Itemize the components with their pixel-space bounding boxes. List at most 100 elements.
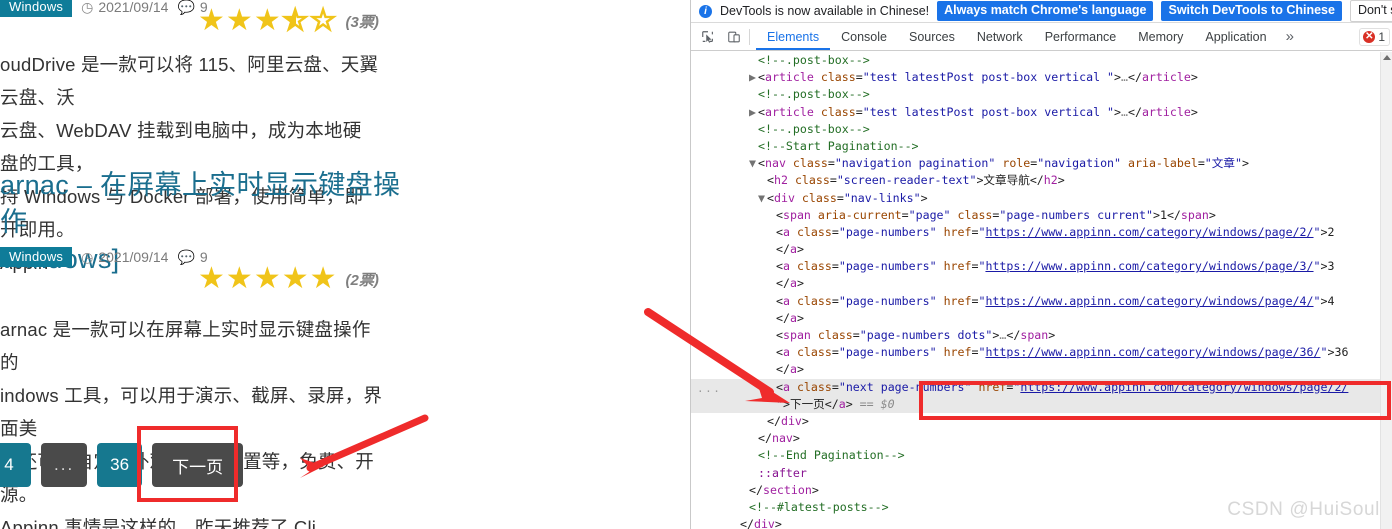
dom-tree-row[interactable]: </div> xyxy=(691,516,1392,529)
expand-triangle-icon[interactable]: ▶ xyxy=(749,104,758,121)
dom-token-p: = xyxy=(1198,156,1205,170)
dont-show-again-button[interactable]: Don't show again xyxy=(1350,0,1392,21)
dom-tree-row[interactable]: <span aria-current="page" class="page-nu… xyxy=(691,207,1392,224)
post-date-1: ◷ 2021/09/14 xyxy=(81,0,168,15)
dom-token-p: = xyxy=(832,259,839,273)
error-count-badge[interactable]: ✕ 1 xyxy=(1359,28,1390,46)
dom-token-sp xyxy=(811,328,818,342)
star-rating-icon-1[interactable]: ★★★☆☆ xyxy=(198,6,338,36)
post-meta-row-1: Windows ◷ 2021/09/14 💬 9 xyxy=(0,0,208,18)
dom-tree-row[interactable]: <a class="page-numbers" href="https://ww… xyxy=(691,293,1392,310)
dom-token-tag: article xyxy=(765,70,814,84)
switch-devtools-to-chinese-button[interactable]: Switch DevTools to Chinese xyxy=(1161,1,1341,20)
dom-token-p: </ xyxy=(1030,173,1044,187)
dom-token-lnk[interactable]: https://www.appinn.com/category/windows/… xyxy=(985,294,1313,308)
dom-token-lnk[interactable]: https://www.appinn.com/category/windows/… xyxy=(1020,380,1348,394)
dom-token-sp xyxy=(795,191,802,205)
dom-tree-row[interactable]: </div> xyxy=(691,413,1392,430)
collapse-triangle-icon[interactable]: ▼ xyxy=(758,190,767,207)
dom-token-tag: a xyxy=(783,345,790,359)
dom-tree-row-text: </a> xyxy=(691,310,1392,327)
dom-tree-row[interactable]: <a class="page-numbers" href="https://ww… xyxy=(691,344,1392,361)
dom-tree-row-selected[interactable]: ...<a class="next page-numbers" href="ht… xyxy=(691,379,1392,396)
dom-tree-row[interactable]: ::after xyxy=(691,465,1392,482)
dom-tree-row[interactable]: ▼<div class="nav-links"> xyxy=(691,190,1392,207)
dom-tree-row[interactable]: <a class="page-numbers" href="https://ww… xyxy=(691,224,1392,241)
dom-tree-row[interactable]: </nav> xyxy=(691,430,1392,447)
dom-tree-row-text: <!--End Pagination--> xyxy=(691,447,1392,464)
category-tag-2[interactable]: Windows xyxy=(0,247,72,267)
dom-token-p: < xyxy=(758,105,765,119)
tab-memory[interactable]: Memory xyxy=(1127,23,1194,50)
devtools-panel: i DevTools is now available in Chinese! … xyxy=(690,0,1392,529)
dom-token-p: = xyxy=(832,225,839,239)
dom-token-p: < xyxy=(776,208,783,222)
dom-tree-row[interactable]: ▶<article class="test latestPost post-bo… xyxy=(691,69,1392,86)
expand-triangle-icon[interactable]: ▶ xyxy=(749,69,758,86)
scroll-up-arrow-icon[interactable] xyxy=(1383,55,1391,60)
dom-token-tag: a xyxy=(783,380,790,394)
pagination-page-36[interactable]: 36 xyxy=(97,443,142,487)
dom-tree-row[interactable]: </a> xyxy=(691,241,1392,258)
tab-sources[interactable]: Sources xyxy=(898,23,966,50)
device-toolbar-icon[interactable] xyxy=(721,24,747,50)
dom-token-str: "page-numbers dots" xyxy=(860,328,993,342)
dom-tree-row[interactable]: </a> xyxy=(691,310,1392,327)
dom-token-p: > xyxy=(797,242,804,256)
dom-tree-row[interactable]: <!--Start Pagination--> xyxy=(691,138,1392,155)
dom-token-tag: nav xyxy=(772,431,793,445)
dom-tree-row[interactable]: <!--#latest-posts--> xyxy=(691,499,1392,516)
dom-token-lnk[interactable]: https://www.appinn.com/category/windows/… xyxy=(985,225,1313,239)
dom-tree-row-text: <!--.post-box--> xyxy=(691,86,1392,103)
dom-tree-row[interactable]: </section> xyxy=(691,482,1392,499)
dom-tree-row-selected[interactable]: ">下一页</a> == $0 xyxy=(691,396,1392,413)
error-count-text: 1 xyxy=(1378,30,1385,44)
dom-tree-row[interactable]: <!--.post-box--> xyxy=(691,52,1392,69)
star-rating-icon-2[interactable]: ★★★★★ xyxy=(198,264,338,294)
comment-icon: 💬 xyxy=(177,0,194,14)
dom-tree-row[interactable]: <span class="page-numbers dots">…</span> xyxy=(691,327,1392,344)
dom-token-attr: class xyxy=(802,191,837,205)
dom-token-txtnode: 4 xyxy=(1327,294,1334,308)
dom-token-sp xyxy=(790,345,797,359)
dom-token-str: "page-numbers current" xyxy=(999,208,1153,222)
tab-performance[interactable]: Performance xyxy=(1034,23,1128,50)
dom-token-lnk[interactable]: https://www.appinn.com/category/windows/… xyxy=(985,259,1313,273)
collapse-triangle-icon[interactable]: ▼ xyxy=(749,155,758,172)
category-tag-1[interactable]: Windows xyxy=(0,0,72,17)
pagination-next-button[interactable]: 下一页 xyxy=(152,443,243,487)
always-match-language-button[interactable]: Always match Chrome's language xyxy=(937,1,1153,20)
dom-token-sp xyxy=(790,225,797,239)
dom-tree-row[interactable]: </a> xyxy=(691,361,1392,378)
dom-tree-row[interactable]: ▶<article class="test latestPost post-bo… xyxy=(691,104,1392,121)
dom-token-tag: div xyxy=(781,414,802,428)
dom-tree-row[interactable]: <a class="page-numbers" href="https://ww… xyxy=(691,258,1392,275)
dom-token-p: </ xyxy=(776,362,790,376)
dom-token-cmt: <!--.post-box--> xyxy=(758,87,870,101)
dom-token-tag: a xyxy=(783,259,790,273)
inspect-element-icon[interactable] xyxy=(695,24,721,50)
dom-tree-row[interactable]: ▼<nav class="navigation pagination" role… xyxy=(691,155,1392,172)
more-tabs-icon[interactable]: » xyxy=(1278,23,1302,50)
dom-token-p: = xyxy=(832,345,839,359)
dom-tree-row-text: <!--.post-box--> xyxy=(691,121,1392,138)
tab-console[interactable]: Console xyxy=(830,23,898,50)
dom-tree-row[interactable]: <!--End Pagination--> xyxy=(691,447,1392,464)
dom-tree-row[interactable]: </a> xyxy=(691,275,1392,292)
tab-elements[interactable]: Elements xyxy=(756,23,830,50)
dom-token-p: = xyxy=(853,328,860,342)
dom-token-tag: article xyxy=(1142,70,1191,84)
dom-tree-row[interactable]: <h2 class="screen-reader-text">文章导航</h2> xyxy=(691,172,1392,189)
tab-application[interactable]: Application xyxy=(1194,23,1277,50)
pagination-page-4[interactable]: 4 xyxy=(0,443,31,487)
vertical-scrollbar[interactable] xyxy=(1380,52,1392,529)
dom-tree-gutter-ellipsis[interactable]: ... xyxy=(697,380,721,397)
dom-tree-row[interactable]: <!--.post-box--> xyxy=(691,121,1392,138)
dom-tree-row[interactable]: <!--.post-box--> xyxy=(691,86,1392,103)
dom-token-tag: span xyxy=(1181,208,1209,222)
browser-page-content: Windows ◷ 2021/09/14 💬 9 ★★★☆☆ (3票) oudD… xyxy=(0,0,690,529)
tab-network[interactable]: Network xyxy=(966,23,1034,50)
dom-tree[interactable]: <!--.post-box-->▶<article class="test la… xyxy=(691,52,1392,529)
dom-token-cmt: <!--End Pagination--> xyxy=(758,448,905,462)
dom-token-lnk[interactable]: https://www.appinn.com/category/windows/… xyxy=(985,345,1320,359)
